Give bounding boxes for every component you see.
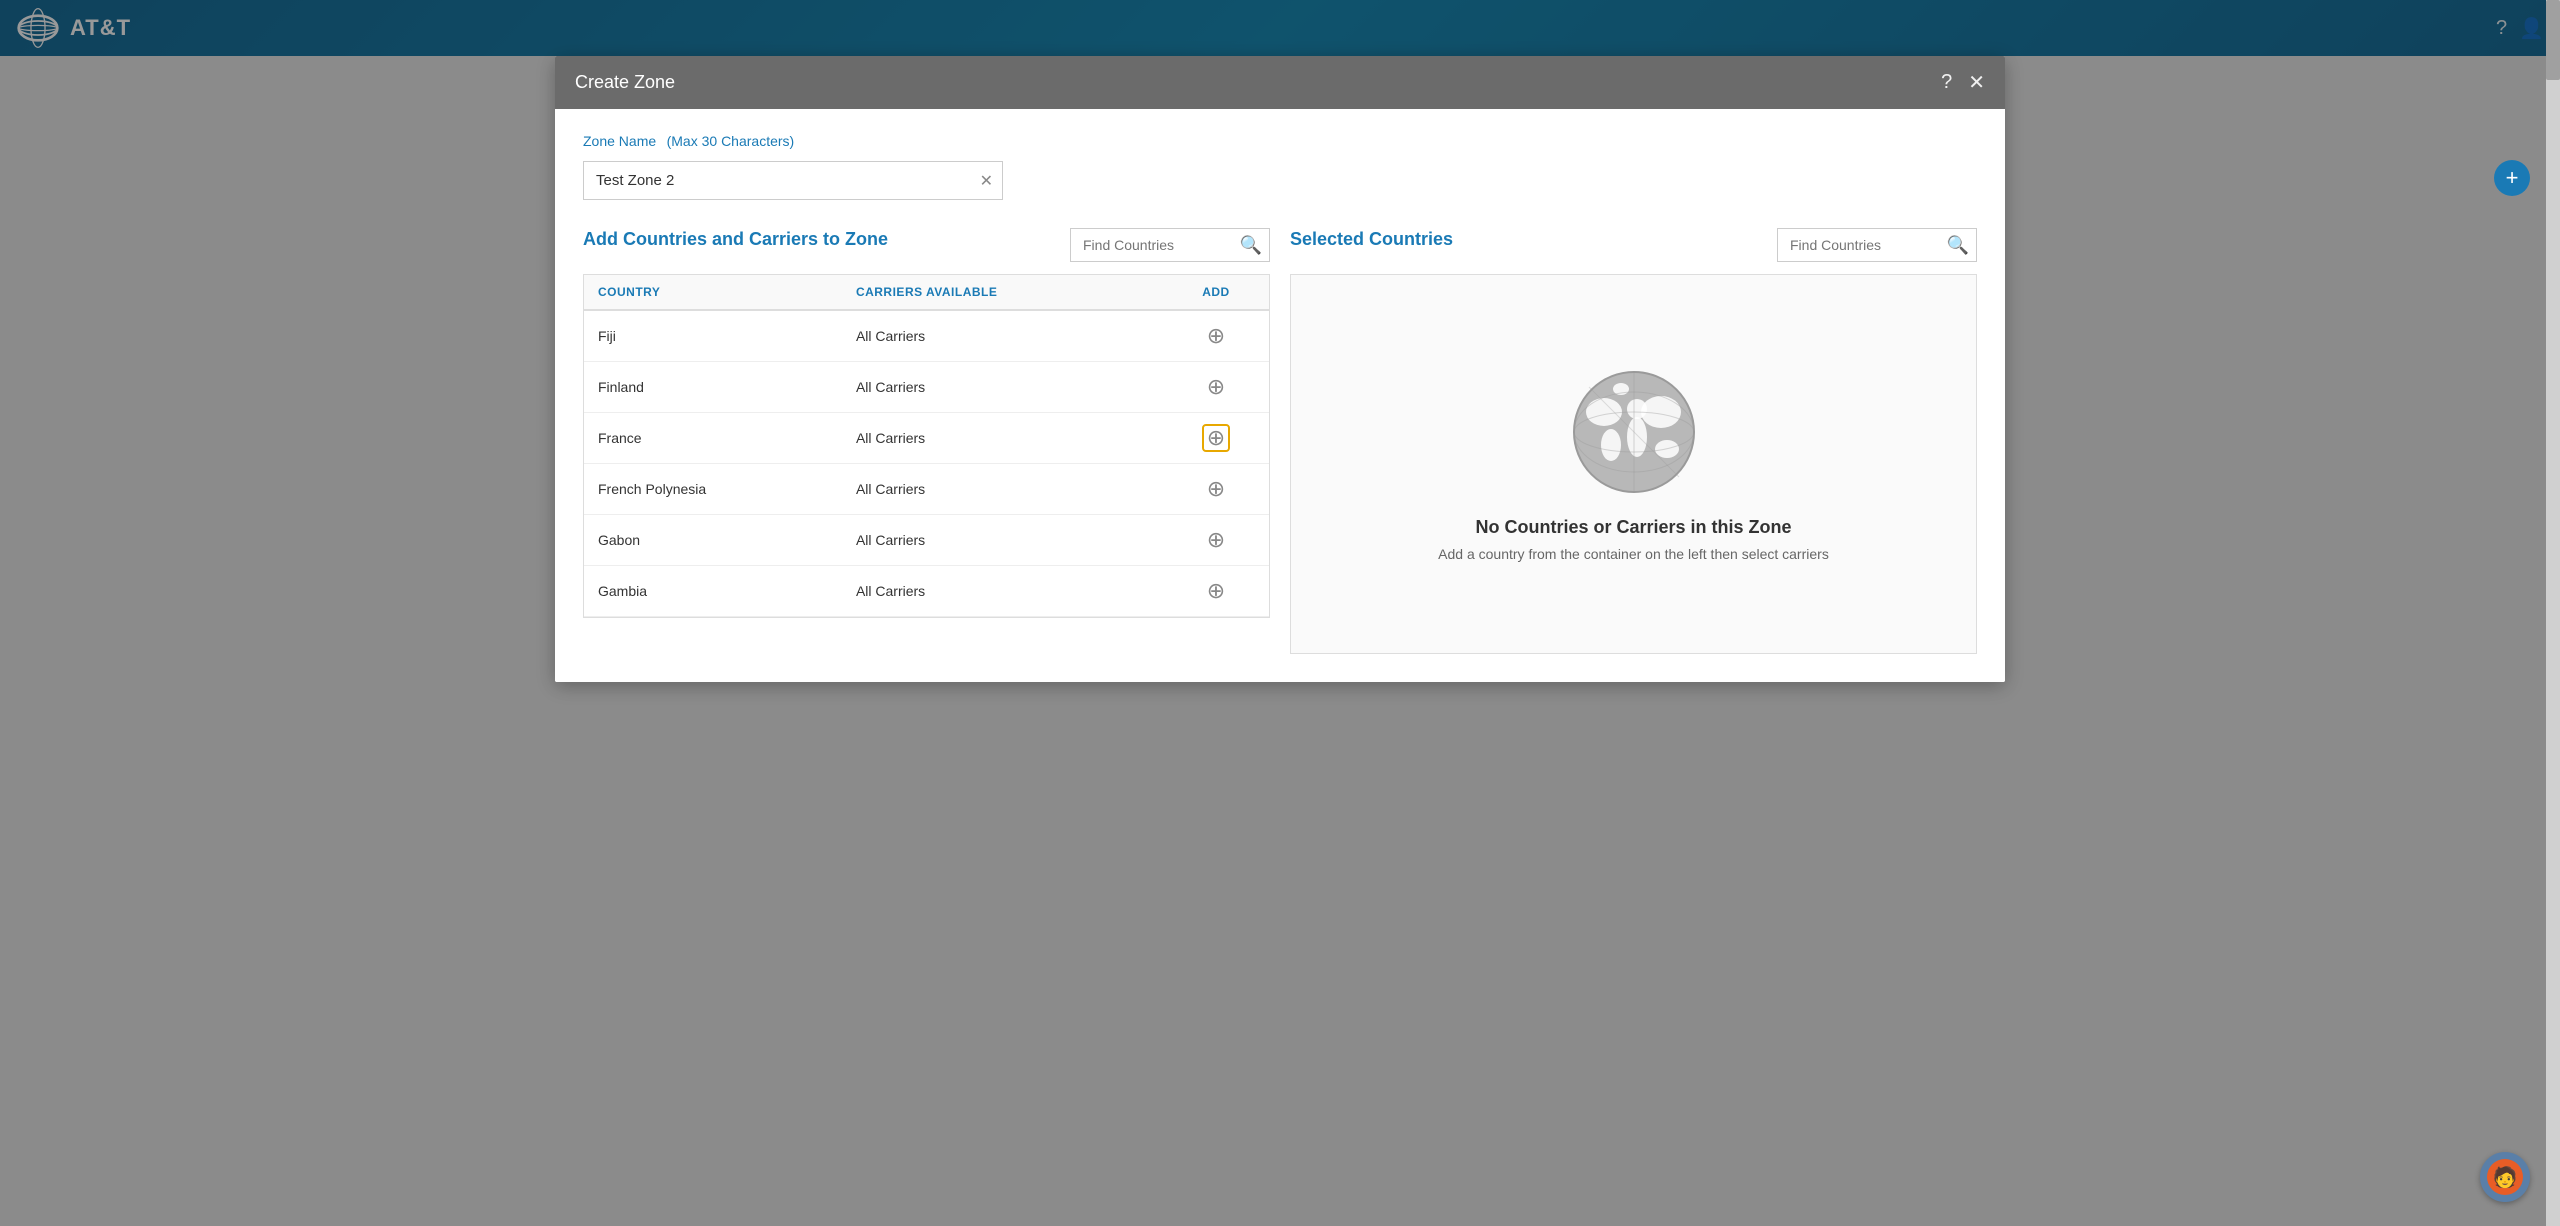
table-cell-country: Gambia xyxy=(584,566,842,617)
add-country-button[interactable]: ⊕ xyxy=(1202,526,1230,554)
zone-name-input-wrapper: ✕ xyxy=(583,161,1003,200)
table-row: FinlandAll Carriers ⊕ xyxy=(584,362,1269,413)
no-countries-title: No Countries or Carriers in this Zone xyxy=(1475,517,1791,538)
add-zone-button[interactable]: + xyxy=(2494,160,2530,196)
right-panel: Selected Countries 🔍 xyxy=(1290,228,1977,654)
table-cell-carriers: All Carriers xyxy=(842,515,1163,566)
dialog-title: Create Zone xyxy=(575,72,675,93)
left-panel: Add Countries and Carriers to Zone 🔍 COU… xyxy=(583,228,1270,618)
dialog-header-icons: ? ✕ xyxy=(1941,70,1985,95)
add-country-button[interactable]: ⊕ xyxy=(1202,373,1230,401)
right-panel-header: Selected Countries 🔍 xyxy=(1290,228,1977,262)
col-country: COUNTRY xyxy=(584,275,842,310)
table-cell-country: Gabon xyxy=(584,515,842,566)
table-cell-country: Fiji xyxy=(584,310,842,362)
table-cell-add: ⊕ xyxy=(1163,515,1269,566)
table-row: French PolynesiaAll Carriers ⊕ xyxy=(584,464,1269,515)
no-countries-subtitle: Add a country from the container on the … xyxy=(1438,546,1829,562)
dialog-close-icon[interactable]: ✕ xyxy=(1968,70,1985,95)
add-zone-icon: + xyxy=(2506,165,2519,191)
table-cell-carriers: All Carriers xyxy=(842,566,1163,617)
table-row: FijiAll Carriers ⊕ xyxy=(584,310,1269,362)
table-row: GabonAll Carriers ⊕ xyxy=(584,515,1269,566)
add-country-button[interactable]: ⊕ xyxy=(1202,577,1230,605)
zone-name-input[interactable] xyxy=(583,161,1003,200)
left-panel-title: Add Countries and Carriers to Zone xyxy=(583,228,888,251)
table-cell-add: ⊕ xyxy=(1163,566,1269,617)
table-cell-add: ⊕ xyxy=(1163,310,1269,362)
add-country-button[interactable]: ⊕ xyxy=(1202,475,1230,503)
table-row: FranceAll Carriers ⊕ xyxy=(584,413,1269,464)
dialog-overlay: Create Zone ? ✕ Zone Name (Max 30 Charac… xyxy=(0,0,2560,1226)
globe-icon xyxy=(1569,367,1699,497)
left-find-countries-wrapper: 🔍 xyxy=(1070,228,1270,262)
countries-table-body: FijiAll Carriers⊕FinlandAll Carriers⊕Fra… xyxy=(584,310,1269,617)
table-cell-carriers: All Carriers xyxy=(842,413,1163,464)
page-scrollbar[interactable] xyxy=(2546,0,2560,1226)
add-country-button[interactable]: ⊕ xyxy=(1202,322,1230,350)
zone-name-max-chars: (Max 30 Characters) xyxy=(667,133,795,149)
table-cell-carriers: All Carriers xyxy=(842,464,1163,515)
create-zone-dialog: Create Zone ? ✕ Zone Name (Max 30 Charac… xyxy=(555,56,2005,682)
dialog-header: Create Zone ? ✕ xyxy=(555,56,2005,109)
table-row: GambiaAll Carriers ⊕ xyxy=(584,566,1269,617)
panels: Add Countries and Carriers to Zone 🔍 COU… xyxy=(583,228,1977,654)
zone-name-label: Zone Name (Max 30 Characters) xyxy=(583,133,1977,151)
table-cell-add: ⊕ xyxy=(1163,413,1269,464)
support-button[interactable]: 🧑 xyxy=(2480,1152,2530,1202)
table-cell-carriers: All Carriers xyxy=(842,310,1163,362)
support-icon: 🧑 xyxy=(2487,1159,2523,1195)
table-cell-country: Finland xyxy=(584,362,842,413)
dialog-body: Zone Name (Max 30 Characters) ✕ Add Coun… xyxy=(555,109,2005,682)
right-find-countries-wrapper: 🔍 xyxy=(1777,228,1977,262)
table-cell-add: ⊕ xyxy=(1163,362,1269,413)
countries-table: COUNTRY CARRIERS AVAILABLE ADD FijiAll C… xyxy=(584,275,1269,617)
left-panel-header: Add Countries and Carriers to Zone 🔍 xyxy=(583,228,1270,262)
right-panel-title: Selected Countries xyxy=(1290,228,1453,251)
scrollbar-thumb[interactable] xyxy=(2546,0,2560,80)
table-cell-country: French Polynesia xyxy=(584,464,842,515)
right-search-icon[interactable]: 🔍 xyxy=(1947,235,1969,256)
col-carriers: CARRIERS AVAILABLE xyxy=(842,275,1163,310)
zone-name-clear-icon[interactable]: ✕ xyxy=(980,171,993,191)
selected-panel-content: No Countries or Carriers in this Zone Ad… xyxy=(1290,274,1977,654)
table-cell-add: ⊕ xyxy=(1163,464,1269,515)
add-country-button[interactable]: ⊕ xyxy=(1202,424,1230,452)
table-cell-country: France xyxy=(584,413,842,464)
table-header: COUNTRY CARRIERS AVAILABLE ADD xyxy=(584,275,1269,310)
left-search-icon[interactable]: 🔍 xyxy=(1240,235,1262,256)
left-table-scroll[interactable]: COUNTRY CARRIERS AVAILABLE ADD FijiAll C… xyxy=(583,274,1270,618)
col-add: ADD xyxy=(1163,275,1269,310)
table-cell-carriers: All Carriers xyxy=(842,362,1163,413)
dialog-help-icon[interactable]: ? xyxy=(1941,71,1952,94)
